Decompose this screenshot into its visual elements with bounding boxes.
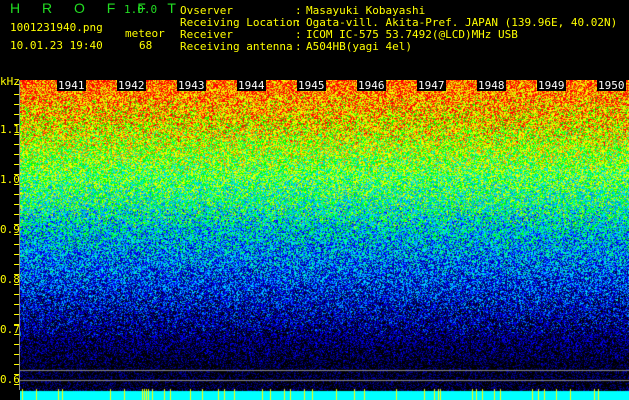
y-tick [14, 274, 19, 275]
y-tick [14, 354, 19, 355]
y-tick [14, 334, 19, 335]
sep: : [295, 40, 302, 53]
app-title: H R O F F T [10, 0, 185, 16]
file-name: 1001231940.png [10, 21, 103, 34]
y-tick [14, 184, 19, 185]
antenna-value: A504HB(yagi 4el) [306, 40, 412, 53]
y-tick [14, 114, 19, 115]
file-datetime: 10.01.23 19:40 [10, 39, 103, 52]
y-tick [14, 94, 19, 95]
y-tick [14, 254, 19, 255]
y-tick [14, 174, 19, 175]
y-tick [14, 84, 19, 85]
minute-label: 1943 [177, 79, 206, 92]
y-tick [14, 194, 19, 195]
y-tick [14, 104, 19, 105]
y-tick [14, 384, 19, 385]
y-axis-unit: kHz [0, 75, 20, 88]
y-tick [14, 214, 19, 215]
minute-label: 1946 [357, 79, 386, 92]
y-tick [14, 204, 19, 205]
minute-label: 1942 [117, 79, 146, 92]
spectrogram [20, 80, 629, 400]
y-tick [14, 364, 19, 365]
y-tick [14, 144, 19, 145]
y-tick [14, 344, 19, 345]
y-tick [14, 134, 19, 135]
meteor-count: 68 [139, 39, 153, 52]
minute-label: 1941 [57, 79, 86, 92]
y-tick [14, 374, 19, 375]
y-tick [14, 244, 19, 245]
minute-label: 1945 [297, 79, 326, 92]
y-tick [14, 234, 19, 235]
y-tick [14, 164, 19, 165]
minute-label: 1944 [237, 79, 266, 92]
y-tick [14, 154, 19, 155]
app-version: 1.0.0 [124, 3, 158, 16]
y-tick [14, 314, 19, 315]
y-tick [14, 294, 19, 295]
minute-label: 1947 [417, 79, 446, 92]
y-tick [14, 304, 19, 305]
y-tick [14, 124, 19, 125]
y-tick [14, 264, 19, 265]
y-tick [14, 324, 19, 325]
minute-label: 1949 [537, 79, 566, 92]
y-tick [14, 284, 19, 285]
antenna-label: Receiving antenna [180, 40, 293, 53]
minute-label: 1950 [597, 79, 626, 92]
y-tick [14, 224, 19, 225]
minute-label: 1948 [477, 79, 506, 92]
